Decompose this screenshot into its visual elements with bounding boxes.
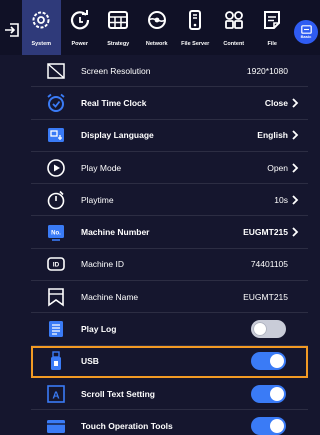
chevron-right-icon xyxy=(292,130,299,140)
grid-icon xyxy=(224,11,243,29)
top-toolbar: System Power Strategy Network File Serve… xyxy=(0,0,320,55)
power-cycle-icon xyxy=(70,10,89,30)
chevron-right-icon xyxy=(292,162,299,173)
setting-row-touch-tools[interactable]: Touch Operation Tools xyxy=(31,410,308,435)
tab-label: Power xyxy=(71,41,88,47)
setting-label: Real Time Clock xyxy=(81,97,147,108)
category-tabs: System Power Strategy Network File Serve… xyxy=(22,0,292,55)
usb-drive-icon xyxy=(45,350,67,372)
basic-icon xyxy=(300,25,312,34)
setting-value: 74401105 xyxy=(250,259,288,270)
setting-value: English xyxy=(257,130,288,141)
alarm-clock-icon xyxy=(45,92,67,114)
setting-label: Display Language xyxy=(81,130,154,141)
tab-label: Strategy xyxy=(107,41,130,47)
setting-label: Play Log xyxy=(81,324,117,335)
chevron-right-icon xyxy=(292,195,299,205)
touch-tools-toggle[interactable] xyxy=(251,416,286,435)
calendar-grid-icon xyxy=(108,11,129,29)
setting-label: Scroll Text Setting xyxy=(81,388,155,399)
id-card-icon: ID xyxy=(45,253,67,275)
tab-label: File Server xyxy=(181,41,210,47)
tab-content[interactable]: Content xyxy=(215,0,254,55)
setting-label: Machine Number xyxy=(81,227,150,238)
setting-label: Screen Resolution xyxy=(81,65,151,76)
setting-value: EUGMT215 xyxy=(243,291,288,302)
setting-value: Open xyxy=(267,162,288,173)
svg-text:ID: ID xyxy=(53,262,60,269)
scroll-text-toggle[interactable] xyxy=(251,384,286,403)
setting-label: Playtime xyxy=(81,194,114,205)
tab-file-server[interactable]: File Server xyxy=(176,0,215,55)
touch-panel-icon xyxy=(45,415,67,435)
setting-row-play-log[interactable]: Play Log xyxy=(31,313,308,346)
log-list-icon xyxy=(45,318,67,340)
setting-row-playtime[interactable]: Playtime 10s xyxy=(31,184,308,217)
usb-toggle[interactable] xyxy=(251,352,286,371)
exit-icon[interactable] xyxy=(4,22,20,38)
toggle-knob xyxy=(270,354,284,369)
gear-icon xyxy=(32,11,50,29)
svg-text:A: A xyxy=(52,390,59,401)
tab-system[interactable]: System xyxy=(22,0,61,55)
basic-label: Basic xyxy=(300,34,312,39)
setting-label: USB xyxy=(81,356,99,367)
tab-label: System xyxy=(31,41,52,47)
number-badge-icon: No. xyxy=(45,221,67,243)
play-log-toggle[interactable] xyxy=(251,320,286,339)
setting-row-machine-id[interactable]: ID Machine ID 74401105 xyxy=(31,249,308,282)
setting-row-play-mode[interactable]: Play Mode Open xyxy=(31,152,308,185)
setting-value: 10s xyxy=(274,194,288,205)
chevron-right-icon xyxy=(292,227,299,237)
setting-row-scroll-text[interactable]: A Scroll Text Setting xyxy=(31,378,308,411)
setting-label: Play Mode xyxy=(81,162,122,173)
tab-network[interactable]: Network xyxy=(138,0,177,55)
tab-label: Content xyxy=(223,41,245,47)
toggle-knob xyxy=(253,322,267,337)
setting-row-screen-resolution[interactable]: Screen Resolution 1920*1080 xyxy=(31,55,308,88)
setting-value: 1920*1080 xyxy=(246,65,288,76)
file-icon xyxy=(264,11,281,29)
setting-row-usb[interactable]: USB xyxy=(31,345,308,378)
monitor-icon xyxy=(45,60,67,82)
server-drive-icon xyxy=(189,10,202,30)
toggle-knob xyxy=(270,418,284,433)
timer-icon xyxy=(45,189,67,211)
setting-value: EUGMT215 xyxy=(243,227,288,238)
setting-label: Touch Operation Tools xyxy=(81,420,173,431)
basic-button[interactable]: Basic xyxy=(294,20,318,44)
setting-row-display-language[interactable]: Display Language English xyxy=(31,120,308,152)
tab-file[interactable]: File xyxy=(253,0,292,55)
setting-row-real-time-clock[interactable]: Real Time Clock Close xyxy=(31,87,308,120)
setting-row-machine-number[interactable]: No. Machine Number EUGMT215 xyxy=(31,216,308,249)
setting-label: Machine ID xyxy=(81,259,124,270)
tab-label: Network xyxy=(145,41,168,47)
tab-strategy[interactable]: Strategy xyxy=(99,0,138,55)
setting-label: Machine Name xyxy=(81,291,139,302)
setting-row-machine-name[interactable]: Machine Name EUGMT215 xyxy=(31,281,308,314)
tab-label: File xyxy=(267,41,277,47)
tab-power[interactable]: Power xyxy=(61,0,100,55)
globe-icon xyxy=(147,11,166,29)
bookmark-icon xyxy=(45,286,67,308)
play-circle-icon xyxy=(45,157,67,179)
toggle-knob xyxy=(270,386,284,401)
text-scroll-icon: A xyxy=(45,383,67,405)
chevron-right-icon xyxy=(292,98,299,108)
setting-value: Close xyxy=(264,97,288,108)
language-icon xyxy=(45,124,67,146)
svg-text:No.: No. xyxy=(51,231,61,237)
settings-list: Screen Resolution 1920*1080 Real Time Cl… xyxy=(31,55,308,435)
